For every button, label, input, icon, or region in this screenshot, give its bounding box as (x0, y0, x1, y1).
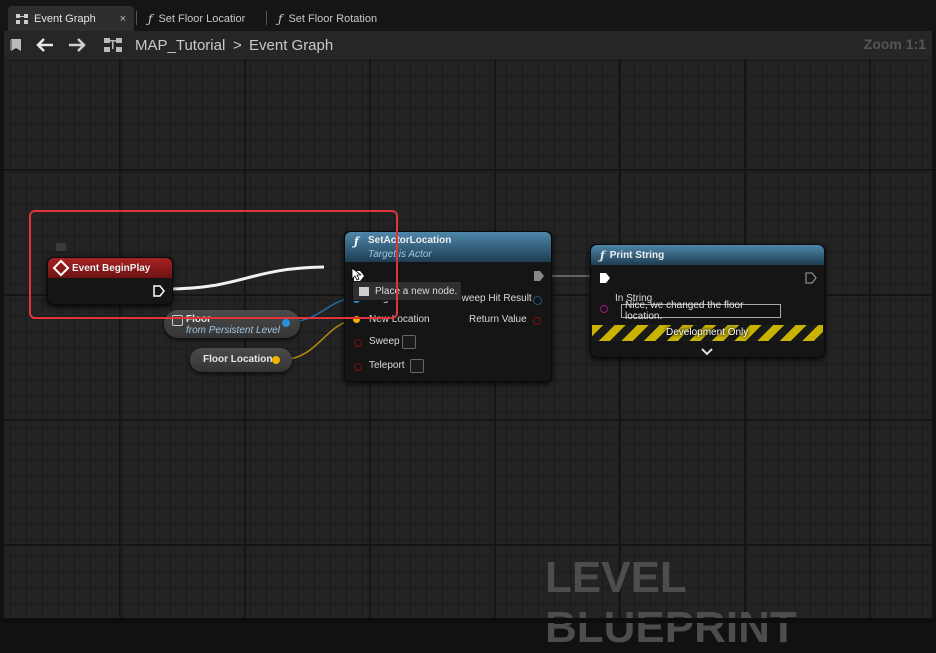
string-pin[interactable] (600, 305, 608, 313)
development-only-banner: Development Only (592, 325, 823, 341)
pin-teleport: Teleport (369, 360, 405, 371)
in-string-field[interactable]: Nice, we changed the floor location. (621, 300, 781, 322)
print-string-node[interactable]: ƒ Print String In String Nice, we change… (590, 244, 825, 358)
bottom-bar (0, 618, 936, 623)
object-pin[interactable] (282, 319, 290, 327)
function-icon: ƒ (600, 248, 605, 262)
node-title: Floor Location (203, 354, 273, 365)
bool-pin[interactable] (354, 339, 362, 347)
floor-location-variable[interactable]: Floor Location (190, 348, 292, 372)
exec-pin-icon[interactable] (533, 269, 545, 287)
node-header: ƒ Print String (591, 245, 824, 265)
chevron-down-icon[interactable] (701, 343, 713, 361)
struct-pin[interactable] (533, 296, 542, 305)
level-blueprint-watermark: LEVEL BLUEPRINT (545, 553, 797, 652)
teleport-checkbox[interactable] (410, 359, 424, 373)
node-title: Print String (609, 249, 665, 261)
vector-pin[interactable] (272, 356, 280, 364)
sweep-checkbox[interactable] (402, 335, 416, 349)
pin-return-value: Return Value (469, 314, 527, 325)
exec-pin-icon[interactable] (805, 271, 817, 289)
node-subtitle: from Persistent Level (186, 325, 280, 336)
pin-sweep: Sweep (369, 336, 400, 347)
exec-pin-icon[interactable] (599, 271, 611, 289)
development-only-label: Development Only (666, 327, 749, 338)
highlight-box (29, 210, 398, 319)
bool-pin[interactable] (354, 363, 362, 371)
bool-pin[interactable] (533, 317, 541, 325)
pin-sweep-hit-result: Sweep Hit Result (455, 293, 532, 304)
in-string-value: Nice, we changed the floor location. (625, 300, 744, 322)
